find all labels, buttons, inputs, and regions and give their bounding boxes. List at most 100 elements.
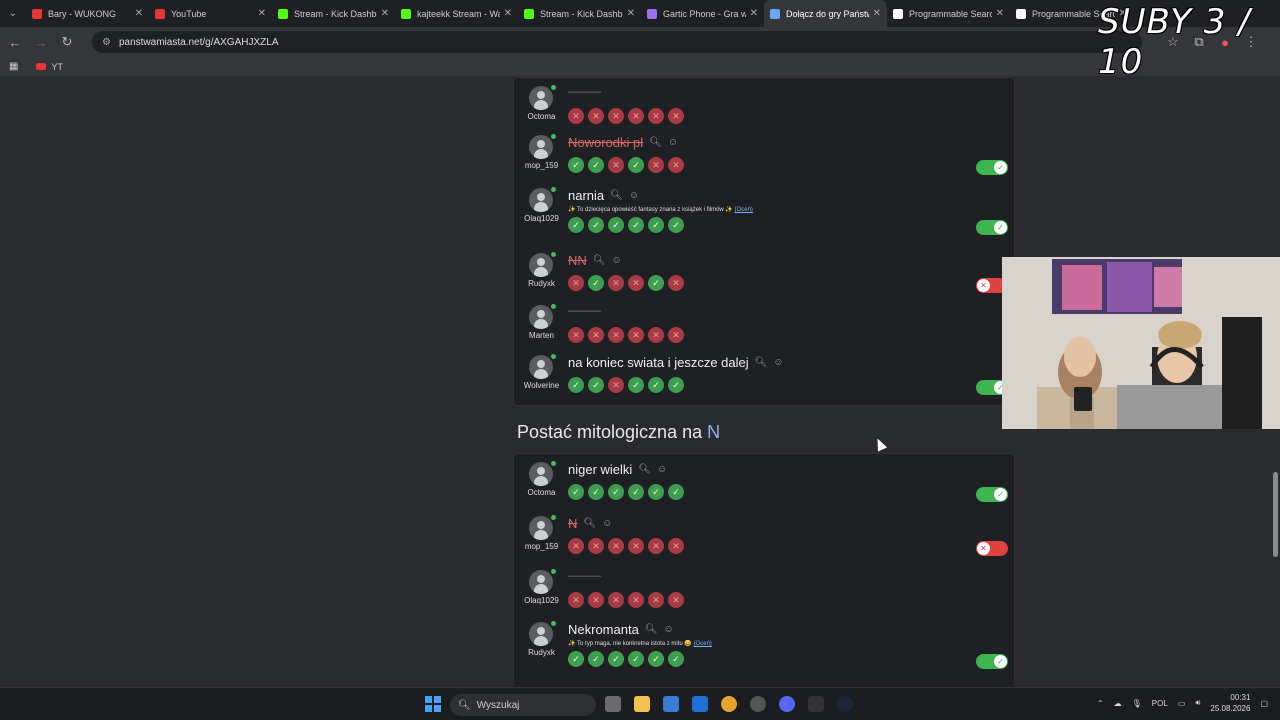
vote-accept-icon: ✓ bbox=[628, 377, 644, 393]
start-icon[interactable] bbox=[425, 696, 441, 712]
apps-grid-icon[interactable]: ▦ bbox=[9, 61, 18, 72]
browser-tab[interactable]: Bary - WUKONG ✕ bbox=[26, 0, 149, 27]
bookmark-yt[interactable]: YT bbox=[36, 62, 63, 72]
search-answer-icon[interactable]: 🔍︎ bbox=[583, 518, 596, 529]
vote-accept-icon: ✓ bbox=[588, 377, 604, 393]
answer-validity-toggle[interactable]: ✓ bbox=[976, 487, 1008, 502]
vote-accept-icon: ✓ bbox=[608, 651, 624, 667]
tab-close-icon[interactable]: ✕ bbox=[381, 8, 389, 19]
browser-tab[interactable]: Dołącz do gry Państw ✕ bbox=[764, 0, 887, 27]
task-view-icon[interactable] bbox=[605, 696, 621, 712]
rate-link[interactable]: (Oceń) bbox=[694, 641, 712, 647]
answer-text: narnia bbox=[568, 188, 605, 203]
store-icon[interactable] bbox=[663, 696, 679, 712]
tab-close-icon[interactable]: ✕ bbox=[996, 8, 1004, 19]
online-indicator bbox=[551, 621, 556, 626]
steam-icon[interactable] bbox=[837, 696, 853, 712]
cloud-icon[interactable]: ☁ bbox=[1114, 699, 1122, 708]
vote-reject-icon: ✕ bbox=[668, 538, 684, 554]
vote-list: ✓ ✓ ✕ ✓ ✓ ✓ bbox=[568, 377, 684, 393]
app-icon[interactable] bbox=[750, 696, 766, 712]
online-indicator bbox=[551, 134, 556, 139]
check-icon: ✓ bbox=[994, 655, 1007, 668]
volume-icon[interactable]: 🔊︎ bbox=[1195, 698, 1200, 708]
tab-close-icon[interactable]: ✕ bbox=[135, 8, 143, 19]
emoji-reaction-icon[interactable]: ☺ bbox=[629, 190, 639, 201]
vote-accept-icon: ✓ bbox=[588, 484, 604, 500]
search-answer-icon[interactable]: 🔍︎ bbox=[755, 357, 768, 368]
vote-reject-icon: ✕ bbox=[568, 592, 584, 608]
network-icon[interactable]: ▭ bbox=[1178, 699, 1186, 708]
answer-validity-toggle[interactable]: ✕ bbox=[976, 541, 1008, 556]
tab-label: Dołącz do gry Państw bbox=[786, 8, 869, 19]
file-explorer-icon[interactable] bbox=[634, 696, 650, 712]
search-answer-icon[interactable]: 🔍︎ bbox=[638, 464, 651, 475]
vote-reject-icon: ✕ bbox=[668, 592, 684, 608]
chrome-icon[interactable] bbox=[721, 696, 737, 712]
bookmark-yt-label: YT bbox=[51, 61, 63, 72]
answer-validity-toggle[interactable]: ✓ bbox=[976, 220, 1008, 235]
tab-close-icon[interactable]: ✕ bbox=[873, 8, 881, 19]
tab-favicon-icon bbox=[401, 8, 411, 19]
online-indicator bbox=[551, 515, 556, 520]
taskbar-search[interactable]: 🔍︎ Wyszukaj bbox=[450, 694, 596, 716]
emoji-reaction-icon[interactable]: ☺ bbox=[668, 137, 678, 148]
empty-answer-dash: ——— bbox=[568, 570, 601, 582]
tab-close-icon[interactable]: ✕ bbox=[258, 8, 266, 19]
player-name: Rudyxk bbox=[528, 279, 555, 288]
answer-validity-toggle[interactable]: ✓ bbox=[976, 160, 1008, 175]
browser-tab[interactable]: Stream - Kick Dashbo ✕ bbox=[272, 0, 395, 27]
tab-search-menu-icon[interactable]: ⌄ bbox=[0, 0, 26, 27]
browser-tab[interactable]: kajteekk Stream - Wa ✕ bbox=[395, 0, 518, 27]
vote-accept-icon: ✓ bbox=[568, 377, 584, 393]
search-answer-icon[interactable]: 🔍︎ bbox=[610, 190, 623, 201]
scroll-thumb[interactable] bbox=[1273, 472, 1278, 557]
answer: niger wielki 🔍︎ ☺ bbox=[568, 462, 667, 477]
notification-icon[interactable]: ▢ bbox=[1260, 699, 1268, 708]
mic-icon[interactable]: 🎙︎ bbox=[1132, 699, 1142, 708]
discord-icon[interactable] bbox=[779, 696, 795, 712]
answer: Nekromanta 🔍︎ ☺ bbox=[568, 622, 674, 637]
vote-list: ✕ ✕ ✕ ✕ ✕ ✕ bbox=[568, 592, 684, 608]
vote-reject-icon: ✕ bbox=[668, 327, 684, 343]
emoji-reaction-icon[interactable]: ☺ bbox=[664, 624, 674, 635]
answer-validity-toggle[interactable]: ✓ bbox=[976, 654, 1008, 669]
rate-link[interactable]: (Oceń) bbox=[735, 207, 753, 213]
windows-taskbar: 🔍︎ Wyszukaj ⌃ ☁ 🎙︎ POL ▭ 🔊︎ 00:31 25.08.… bbox=[0, 687, 1280, 720]
youtube-icon bbox=[36, 63, 47, 70]
check-icon: ✓ bbox=[994, 161, 1007, 174]
vote-accept-icon: ✓ bbox=[608, 217, 624, 233]
user-avatar-icon bbox=[529, 516, 553, 540]
search-answer-icon[interactable]: 🔍︎ bbox=[593, 255, 606, 266]
user-avatar-icon bbox=[529, 462, 553, 486]
emoji-reaction-icon[interactable]: ☺ bbox=[602, 518, 612, 529]
answer-row: mop_159 Noworodki pl 🔍︎ ☺ ✓ ✓ ✕ ✓ ✕ ✕ ✓ bbox=[514, 130, 1014, 184]
epic-games-icon[interactable] bbox=[808, 696, 824, 712]
mail-icon[interactable] bbox=[692, 696, 708, 712]
tab-close-icon[interactable]: ✕ bbox=[504, 8, 512, 19]
url-field[interactable]: ⚙ panstwamiasta.net/g/AXGAHJXZLA bbox=[92, 31, 1142, 53]
tab-close-icon[interactable]: ✕ bbox=[627, 8, 635, 19]
browser-tab[interactable]: Programmable Searc ✕ bbox=[887, 0, 1010, 27]
site-info-icon[interactable]: ⚙ bbox=[102, 37, 111, 48]
language-indicator[interactable]: POL bbox=[1152, 699, 1168, 708]
tray-chevron-icon[interactable]: ⌃ bbox=[1097, 699, 1104, 708]
answer-row: Octoma ——— ✕ ✕ ✕ ✕ ✕ ✕ bbox=[514, 81, 1014, 135]
search-answer-icon[interactable]: 🔍︎ bbox=[645, 624, 658, 635]
clock[interactable]: 00:31 25.08.2026 bbox=[1210, 692, 1250, 714]
browser-tab[interactable]: Gartic Phone - Gra w ✕ bbox=[641, 0, 764, 27]
emoji-reaction-icon[interactable]: ☺ bbox=[611, 255, 621, 266]
back-icon[interactable]: ← bbox=[4, 35, 26, 50]
tab-close-icon[interactable]: ✕ bbox=[750, 8, 758, 19]
browser-tab[interactable]: Stream - Kick Dashbo ✕ bbox=[518, 0, 641, 27]
emoji-reaction-icon[interactable]: ☺ bbox=[773, 357, 783, 368]
reload-icon[interactable]: ↻ bbox=[56, 34, 78, 50]
vote-accept-icon: ✓ bbox=[668, 484, 684, 500]
vote-reject-icon: ✕ bbox=[568, 275, 584, 291]
browser-tab[interactable]: YouTube ✕ bbox=[149, 0, 272, 27]
search-answer-icon[interactable]: 🔍︎ bbox=[649, 137, 662, 148]
vote-reject-icon: ✕ bbox=[648, 592, 664, 608]
answer-description: ✨ To typ maga, nie konkretna istota z mi… bbox=[568, 640, 712, 647]
emoji-reaction-icon[interactable]: ☺ bbox=[657, 464, 667, 475]
forward-icon[interactable]: → bbox=[30, 35, 52, 50]
